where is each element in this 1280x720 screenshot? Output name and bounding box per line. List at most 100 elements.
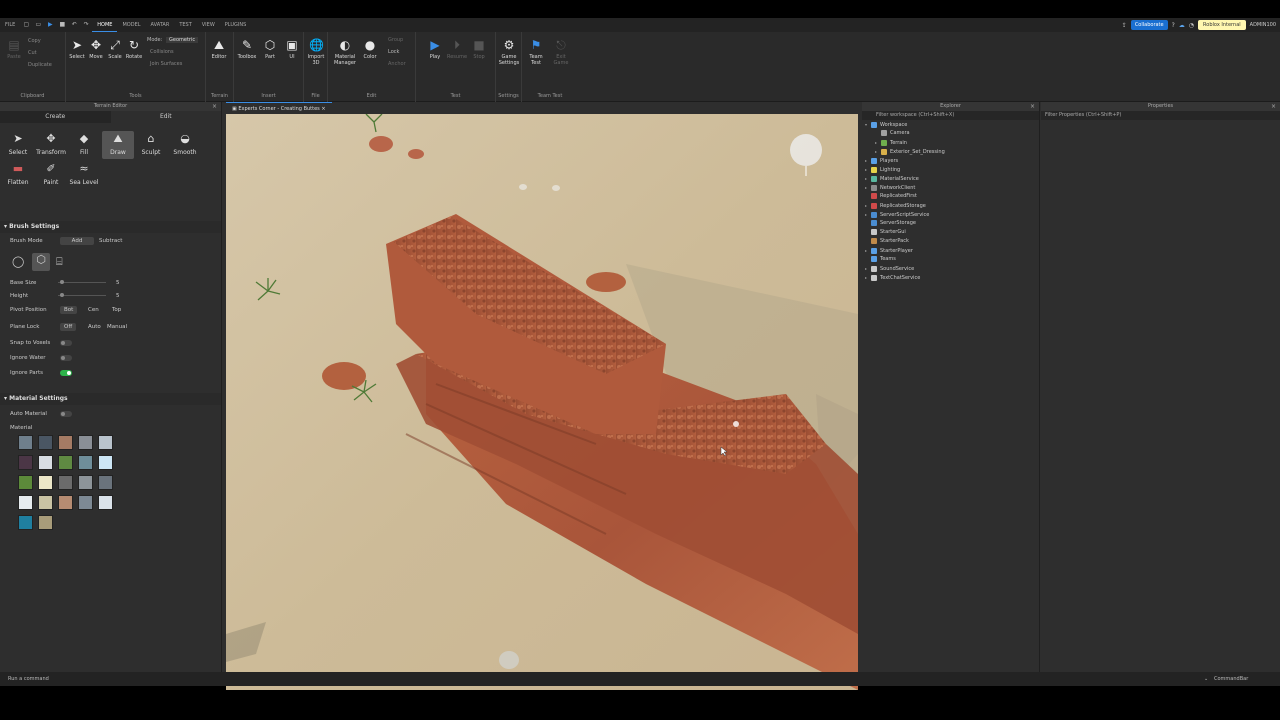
document-tab[interactable]: ▣ Experts Corner - Creating Buttes × [226, 102, 332, 114]
exit-game-button[interactable]: ⎋ Exit Game [550, 36, 572, 66]
user-name[interactable]: ADMIN100 [1250, 22, 1276, 28]
toolbox-button[interactable]: ✎ Toolbox [236, 36, 258, 60]
join-surfaces-toggle[interactable]: Join Surfaces [150, 61, 182, 67]
team-test-button[interactable]: ⚑ Team Test [525, 36, 547, 66]
explorer-item[interactable]: ReplicatedFirst [862, 192, 1039, 201]
material-swatch[interactable] [58, 475, 73, 490]
new-file-icon[interactable]: ▢ [22, 21, 30, 29]
color-button[interactable]: ● Color [359, 36, 381, 60]
cloud-icon[interactable]: ☁ [1179, 22, 1185, 29]
copy-button[interactable]: Copy [28, 38, 41, 44]
properties-filter-input[interactable]: Filter Properties (Ctrl+Shift+P) [1041, 111, 1280, 120]
material-swatch[interactable] [38, 495, 53, 510]
material-swatch[interactable] [98, 455, 113, 470]
brush-mode-subtract[interactable]: Subtract [95, 237, 126, 245]
undo-icon[interactable]: ↶ [70, 21, 78, 29]
explorer-item[interactable]: ▸ ReplicatedStorage [862, 201, 1039, 210]
height-slider[interactable] [58, 293, 106, 297]
terrain-editor-button[interactable]: ⛰ Editor [208, 36, 230, 60]
material-swatch[interactable] [58, 495, 73, 510]
material-swatch[interactable] [58, 435, 73, 450]
material-swatch[interactable] [18, 455, 33, 470]
material-swatch[interactable] [78, 455, 93, 470]
base-size-value[interactable]: 5 [116, 280, 120, 286]
ignore-water-toggle[interactable] [60, 355, 72, 361]
base-size-slider[interactable] [58, 280, 106, 284]
menu-plugins[interactable]: PLUGINS [220, 18, 251, 32]
explorer-item[interactable]: ▸ Players [862, 156, 1039, 165]
share-icon[interactable]: ⇪ [1122, 22, 1127, 29]
material-swatch[interactable] [38, 435, 53, 450]
tab-create[interactable]: Create [0, 111, 111, 123]
game-settings-button[interactable]: ⚙ Game Settings [498, 36, 520, 66]
3d-viewport[interactable] [226, 114, 858, 690]
collaborate-button[interactable]: Collaborate [1130, 20, 1168, 30]
tab-edit[interactable]: Edit [110, 111, 221, 123]
material-swatch[interactable] [78, 435, 93, 450]
brush-settings-header[interactable]: ▾ Brush Settings [0, 221, 221, 233]
snap-to-voxels-toggle[interactable] [60, 340, 72, 346]
explorer-item[interactable]: StarterGui [862, 228, 1039, 237]
explorer-item[interactable]: Camera [862, 129, 1039, 138]
material-swatch[interactable] [38, 455, 53, 470]
lock-button[interactable]: Lock [388, 49, 399, 55]
rotate-tool-button[interactable]: ↻ Rotate [123, 36, 145, 60]
menu-file[interactable]: FILE [0, 18, 20, 32]
material-swatch[interactable] [98, 475, 113, 490]
explorer-item[interactable]: ▸ Lighting [862, 165, 1039, 174]
chevron-down-icon[interactable]: ⌄ [1204, 672, 1208, 686]
sphere-shape-icon[interactable]: ◯ [12, 255, 24, 268]
material-manager-button[interactable]: ◐ Material Manager [332, 36, 358, 66]
plane-lock-off[interactable]: Off [60, 323, 77, 331]
cylinder-shape-icon[interactable]: ⌸ [56, 255, 63, 269]
menu-test[interactable]: TEST [174, 18, 196, 32]
material-swatch[interactable] [18, 515, 33, 530]
terrain-tool-draw[interactable]: ⛰ Draw [102, 131, 134, 159]
part-button[interactable]: ⬡ Part [259, 36, 281, 60]
explorer-item[interactable]: ▸ NetworkClient [862, 183, 1039, 192]
terrain-tool-flatten[interactable]: ▬ Flatten [2, 161, 34, 186]
open-file-icon[interactable]: ▭ [34, 21, 42, 29]
terrain-tool-fill[interactable]: ◆ Fill [68, 131, 100, 156]
material-swatch[interactable] [38, 515, 53, 530]
material-swatch[interactable] [58, 455, 73, 470]
material-swatch[interactable] [18, 475, 33, 490]
explorer-item[interactable]: ServerStorage [862, 219, 1039, 228]
pivot-top[interactable]: Top [108, 306, 125, 314]
resume-button[interactable]: ⏵ Resume [446, 36, 468, 60]
terrain-tool-sea-level[interactable]: ≈ Sea Level [68, 161, 100, 186]
terrain-tool-sculpt[interactable]: ⌂ Sculpt [135, 131, 167, 156]
duplicate-button[interactable]: Duplicate [28, 62, 52, 68]
material-swatch[interactable] [78, 495, 93, 510]
explorer-filter-input[interactable]: Filter workspace (Ctrl+Shift+X) [862, 111, 1039, 120]
play-button[interactable]: ▶ Play [424, 36, 446, 60]
cut-button[interactable]: Cut [28, 50, 37, 56]
anchor-button[interactable]: Anchor [388, 61, 406, 67]
menu-view[interactable]: VIEW [197, 18, 220, 32]
explorer-item[interactable]: ▸ ServerScriptService [862, 210, 1039, 219]
stop-button[interactable]: ■ Stop [468, 36, 490, 60]
mode-dropdown[interactable]: Geometric [166, 37, 199, 43]
plane-lock-manual[interactable]: Manual [103, 323, 131, 331]
material-swatch[interactable] [18, 435, 33, 450]
plane-lock-auto[interactable]: Auto [84, 323, 105, 331]
explorer-item[interactable]: Teams [862, 255, 1039, 264]
menu-home[interactable]: HOME [92, 18, 118, 32]
terrain-tool-transform[interactable]: ✥ Transform [35, 131, 67, 156]
notification-icon[interactable]: ◔ [1189, 22, 1194, 29]
explorer-item[interactable]: ▸ Terrain [862, 138, 1039, 147]
ui-button[interactable]: ▣ UI [281, 36, 303, 60]
play-quick-icon[interactable]: ▶ [46, 21, 54, 29]
material-swatch[interactable] [18, 495, 33, 510]
material-swatch[interactable] [38, 475, 53, 490]
height-value[interactable]: 5 [116, 293, 120, 299]
material-swatch[interactable] [98, 495, 113, 510]
terrain-tool-paint[interactable]: ✐ Paint [35, 161, 67, 186]
pivot-cen[interactable]: Cen [84, 306, 103, 314]
import-3d-button[interactable]: 🌐 Import 3D [305, 36, 327, 66]
explorer-item[interactable]: ▸ SoundService [862, 264, 1039, 273]
help-icon[interactable]: ? [1172, 22, 1175, 29]
explorer-item[interactable]: ▸ MaterialService [862, 174, 1039, 183]
redo-icon[interactable]: ↷ [82, 21, 90, 29]
group-button[interactable]: Group [388, 37, 403, 43]
